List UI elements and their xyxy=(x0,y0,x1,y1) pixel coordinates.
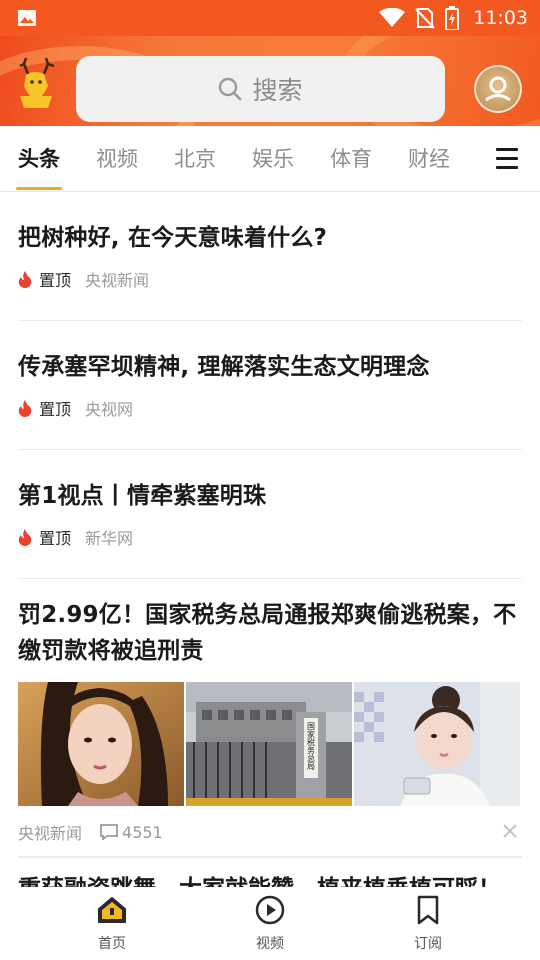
nav-video-label: 视频 xyxy=(256,936,284,952)
search-input[interactable]: 搜索 xyxy=(76,56,445,122)
active-tab-indicator xyxy=(16,187,62,190)
category-tabs: 头条 视频 北京 娱乐 体育 财经 xyxy=(0,126,540,192)
tab-entertainment[interactable]: 娱乐 xyxy=(252,144,294,174)
pinned-label: 置顶 xyxy=(39,271,72,290)
fire-icon xyxy=(18,399,32,417)
nav-subscribe[interactable]: 订阅 xyxy=(388,895,468,953)
user-icon xyxy=(485,76,511,102)
deer-logo-icon[interactable] xyxy=(14,56,58,108)
channel-menu-icon[interactable] xyxy=(496,148,518,170)
tab-sports[interactable]: 体育 xyxy=(330,144,372,174)
news-source: 央视新闻 xyxy=(18,824,83,843)
clock: 11:03 xyxy=(473,7,528,29)
news-source: 央视网 xyxy=(85,400,134,419)
nav-subscribe-label: 订阅 xyxy=(414,936,442,952)
pinned-label: 置顶 xyxy=(39,400,72,419)
divider xyxy=(18,856,522,857)
status-bar: 11:03 xyxy=(0,0,540,36)
news-item-cutoff[interactable]: 重获融资跳舞，大家就能赞，植来植垂植可睬！ xyxy=(18,873,522,887)
tab-video[interactable]: 视频 xyxy=(96,144,138,174)
video-icon xyxy=(255,895,285,925)
bottom-navigation: 首页 视频 订阅 xyxy=(0,887,540,960)
gallery-notification-icon xyxy=(18,10,36,26)
news-title: 重获融资跳舞，大家就能赞，植来植垂植可睬！ xyxy=(18,875,522,887)
user-avatar[interactable] xyxy=(474,65,522,113)
news-title-line: 罚2.99亿！国家税务总局通报郑爽偷逃税案，不 xyxy=(18,602,517,628)
tab-finance[interactable]: 财经 xyxy=(408,144,450,174)
comment-count: 4551 xyxy=(122,822,163,842)
news-thumbnail-phone[interactable] xyxy=(354,682,520,806)
news-thumbnail-actress[interactable] xyxy=(18,682,184,806)
news-title: 罚2.99亿！国家税务总局通报郑爽偷逃税案，不 缴罚款将被追刑责 xyxy=(18,597,522,669)
bookmark-icon xyxy=(417,895,439,925)
search-icon xyxy=(219,77,242,101)
news-title: 第1视点丨情牵紫塞明珠 xyxy=(18,483,267,509)
news-source: 新华网 xyxy=(85,529,134,548)
no-sim-icon xyxy=(415,8,435,29)
nav-home-label: 首页 xyxy=(98,936,126,952)
news-source: 央视新闻 xyxy=(85,271,150,290)
news-item[interactable]: 把树种好, 在今天意味着什么? 置顶 央视新闻 xyxy=(18,192,522,321)
news-title-line: 缴罚款将被追刑责 xyxy=(18,638,204,664)
tab-headlines[interactable]: 头条 xyxy=(18,144,60,174)
search-placeholder: 搜索 xyxy=(252,76,303,105)
news-title: 传承塞罕坝精神, 理解落实生态文明理念 xyxy=(18,354,430,380)
news-meta: 置顶 新华网 xyxy=(18,525,133,549)
news-thumbnails: 国家税务总局 xyxy=(18,682,522,806)
wifi-icon xyxy=(379,8,406,27)
app-header: 搜索 xyxy=(0,36,540,126)
news-title: 把树种好, 在今天意味着什么? xyxy=(18,225,328,251)
nav-home[interactable]: 首页 xyxy=(72,895,152,953)
fire-icon xyxy=(18,270,32,288)
home-icon xyxy=(98,897,126,923)
news-thumbnail-tax-bureau[interactable]: 国家税务总局 xyxy=(186,682,352,806)
tab-beijing[interactable]: 北京 xyxy=(174,144,216,174)
comment-icon xyxy=(100,824,118,840)
pinned-label: 置顶 xyxy=(39,529,72,548)
news-item[interactable]: 第1视点丨情牵紫塞明珠 置顶 新华网 xyxy=(18,450,522,579)
tax-bureau-sign: 国家税务总局 xyxy=(307,722,316,771)
battery-charging-icon xyxy=(445,6,460,30)
nav-video[interactable]: 视频 xyxy=(230,895,310,953)
dismiss-icon[interactable] xyxy=(502,823,518,839)
fire-icon xyxy=(18,528,32,546)
news-meta: 置顶 央视网 xyxy=(18,396,133,420)
news-item[interactable]: 传承塞罕坝精神, 理解落实生态文明理念 置顶 央视网 xyxy=(18,321,522,450)
news-meta: 置顶 央视新闻 xyxy=(18,267,149,291)
news-meta: 央视新闻 4551 xyxy=(18,820,163,844)
